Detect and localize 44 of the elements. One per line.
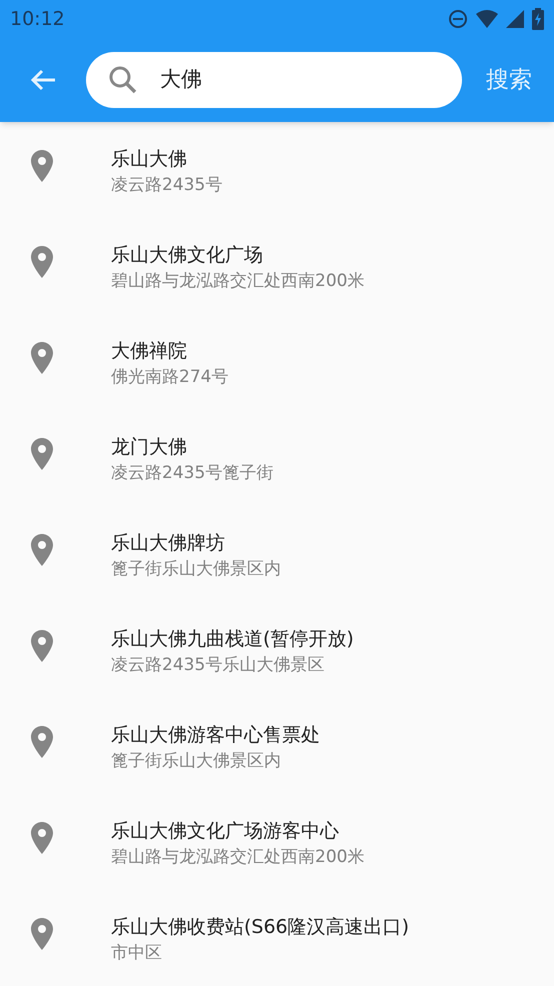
battery-icon xyxy=(532,8,544,30)
place-address: 碧山路与龙泓路交汇处西南200米 xyxy=(111,846,364,869)
location-pin-icon xyxy=(31,438,53,470)
location-pin-icon xyxy=(31,918,53,950)
wifi-icon xyxy=(476,10,498,28)
result-item[interactable]: 龙门大佛 凌云路2435号篦子街 xyxy=(0,410,554,506)
location-pin-icon xyxy=(31,534,53,566)
place-name: 乐山大佛牌坊 xyxy=(111,531,226,556)
location-pin-icon xyxy=(31,342,53,374)
place-address: 篦子街乐山大佛景区内 xyxy=(111,558,281,581)
place-address: 佛光南路274号 xyxy=(111,366,228,389)
place-address: 市中区 xyxy=(111,942,163,965)
location-pin-icon xyxy=(31,150,53,182)
place-name: 乐山大佛文化广场游客中心 xyxy=(111,819,340,844)
result-item[interactable]: 乐山大佛 凌云路2435号 xyxy=(0,122,554,218)
place-address: 碧山路与龙泓路交汇处西南200米 xyxy=(111,270,364,293)
result-item[interactable]: 乐山大佛游客中心售票处 篦子街乐山大佛景区内 xyxy=(0,698,554,794)
place-name: 乐山大佛收费站(S66隆汉高速出口) xyxy=(111,915,410,940)
place-address: 凌云路2435号乐山大佛景区 xyxy=(111,654,326,677)
search-icon xyxy=(108,65,138,95)
result-item[interactable]: 乐山大佛文化广场 碧山路与龙泓路交汇处西南200米 xyxy=(0,218,554,314)
location-pin-icon xyxy=(31,726,53,758)
status-time: 10:12 xyxy=(10,6,65,32)
place-name: 乐山大佛文化广场 xyxy=(111,243,264,268)
place-address: 凌云路2435号篦子街 xyxy=(111,462,274,485)
place-address: 凌云路2435号 xyxy=(111,174,222,197)
location-pin-icon xyxy=(31,822,53,854)
result-item[interactable]: 乐山大佛文化广场游客中心 碧山路与龙泓路交汇处西南200米 xyxy=(0,794,554,890)
place-name: 乐山大佛九曲栈道(暂停开放) xyxy=(111,627,354,652)
search-query: 大佛 xyxy=(160,66,202,94)
do-not-disturb-icon xyxy=(448,9,468,29)
place-address: 篦子街乐山大佛景区内 xyxy=(111,750,282,773)
location-pin-icon xyxy=(31,630,53,662)
location-pin-icon xyxy=(31,246,53,278)
result-item[interactable]: 乐山大佛牌坊 篦子街乐山大佛景区内 xyxy=(0,506,554,602)
search-field[interactable]: 大佛 xyxy=(86,52,462,108)
signal-icon xyxy=(506,10,524,28)
result-item[interactable]: 大佛禅院 佛光南路274号 xyxy=(0,314,554,410)
result-item[interactable]: 乐山大佛九曲栈道(暂停开放) 凌云路2435号乐山大佛景区 xyxy=(0,602,554,698)
place-name: 乐山大佛 xyxy=(111,147,188,172)
place-name: 大佛禅院 xyxy=(111,339,188,364)
result-item[interactable]: 乐山大佛收费站(S66隆汉高速出口) 市中区 xyxy=(0,890,554,986)
place-name: 龙门大佛 xyxy=(111,435,188,460)
place-name: 乐山大佛游客中心售票处 xyxy=(111,723,320,748)
